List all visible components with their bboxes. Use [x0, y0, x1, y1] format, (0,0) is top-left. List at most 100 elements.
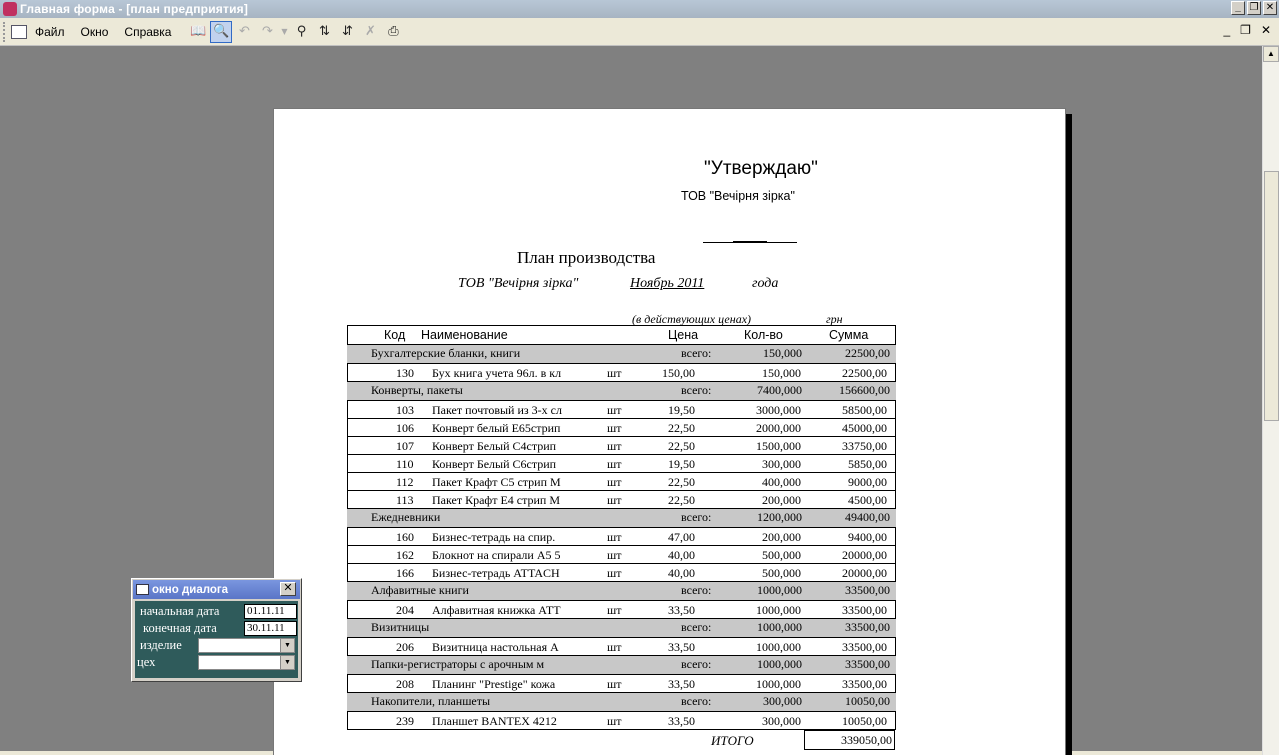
end-date-label: конечная дата [143, 621, 217, 635]
table-row: 206 Визитница настольная А шт 33,50 1000,000… [347, 637, 896, 656]
row-price: 47,00 [668, 530, 695, 544]
row-code: 166 [396, 566, 414, 580]
row-unit: шт [607, 403, 622, 417]
row-unit: шт [607, 421, 622, 435]
mdi-close-button[interactable]: ✕ [1261, 23, 1271, 37]
menu-file[interactable]: Файл [35, 25, 65, 39]
group-name: Накопители, планшеты [371, 694, 491, 708]
title-bar: Главная форма - [план предприятия] _ ❐ ✕ [0, 0, 1279, 18]
vertical-scrollbar[interactable]: ▲ [1262, 46, 1279, 755]
row-qty: 200,000 [762, 493, 801, 507]
preview-icon[interactable]: 🔍 [210, 20, 233, 43]
group-sum: 33500,00 [845, 583, 890, 597]
find-icon[interactable]: ⚲ [290, 21, 312, 43]
row-unit: шт [607, 530, 622, 544]
row-unit: шт [607, 714, 622, 728]
chevron-down-icon[interactable]: ▼ [280, 656, 294, 669]
row-sum: 20000,00 [842, 548, 887, 562]
row-sum: 58500,00 [842, 403, 887, 417]
group-name: Конверты, пакеты [371, 383, 463, 397]
row-name: Пакет почтовый из 3-х сл [432, 403, 562, 417]
row-name: Планшет BANTEX 4212 [432, 714, 557, 728]
row-sum: 45000,00 [842, 421, 887, 435]
sort-desc-icon[interactable]: ⇵ [336, 21, 358, 43]
scroll-up-arrow[interactable]: ▲ [1263, 46, 1279, 62]
group-row: Накопители, планшеты всего: 300,000 10050,0… [347, 693, 896, 711]
group-total-label: всего: [681, 346, 712, 360]
dialog-body: начальная дата 01.11.11 конечная дата 30… [135, 601, 298, 678]
row-unit: шт [607, 603, 622, 617]
row-unit: шт [607, 548, 622, 562]
product-combo[interactable]: ▼ [198, 638, 295, 653]
group-row: Бухгалтерские бланки, книги всего: 150,000… [347, 345, 896, 363]
delete-icon[interactable]: ✗ [359, 21, 381, 43]
workshop-combo[interactable]: ▼ [198, 655, 295, 670]
redo-icon[interactable]: ↷ [256, 21, 278, 43]
row-sum: 33500,00 [842, 677, 887, 691]
dialog-close-button[interactable]: ✕ [280, 582, 296, 596]
chevron-down-icon[interactable]: ▼ [280, 639, 294, 652]
row-unit: шт [607, 366, 622, 380]
mdi-restore-button[interactable]: ❐ [1240, 23, 1251, 37]
menu-help[interactable]: Справка [124, 25, 171, 39]
signature-mark [733, 241, 767, 243]
toolbar-grip[interactable] [3, 21, 7, 42]
book-icon[interactable]: 📖 [187, 21, 209, 43]
report-title: План производства [517, 248, 656, 267]
table-row: 113 Пакет Крафт Е4 стрип М шт 22,50 200,000 4… [347, 490, 896, 509]
close-button[interactable]: ✕ [1263, 1, 1277, 15]
row-qty: 300,000 [762, 714, 801, 728]
row-qty: 2000,000 [756, 421, 801, 435]
row-name: Планинг "Prestige" кожа [432, 677, 556, 691]
group-name: Алфавитные книги [371, 583, 469, 597]
group-qty: 1200,000 [757, 510, 802, 524]
row-unit: шт [607, 566, 622, 580]
restore-button[interactable]: ❐ [1247, 1, 1261, 15]
dialog-title: окно диалога [152, 583, 229, 596]
row-code: 107 [396, 439, 414, 453]
group-sum: 156600,00 [839, 383, 890, 397]
menu-window[interactable]: Окно [81, 25, 109, 39]
row-sum: 22500,00 [842, 366, 887, 380]
end-date-input[interactable]: 30.11.11 [244, 621, 297, 636]
dialog-title-bar[interactable]: окно диалога [133, 580, 300, 599]
approve-heading: "Утверждаю" [704, 158, 818, 179]
date-dialog[interactable]: окно диалога ✕ начальная дата 01.11.11 к… [131, 578, 302, 682]
row-qty: 1500,000 [756, 439, 801, 453]
scroll-thumb[interactable] [1264, 171, 1279, 421]
row-price: 19,50 [668, 457, 695, 471]
group-qty: 150,000 [763, 346, 802, 360]
row-price: 40,00 [668, 566, 695, 580]
group-sum: 33500,00 [845, 657, 890, 671]
group-sum: 33500,00 [845, 620, 890, 634]
row-qty: 1000,000 [756, 677, 801, 691]
table-row: 130 Бух книга учета 96л. в кл шт 150,00 150,… [347, 363, 896, 382]
undo-icon[interactable]: ↶ [233, 21, 255, 43]
start-date-input[interactable]: 01.11.11 [244, 604, 297, 619]
row-code: 208 [396, 677, 414, 691]
minimize-button[interactable]: _ [1231, 1, 1245, 15]
group-total-label: всего: [681, 583, 712, 597]
group-row: Визитницы всего: 1000,000 33500,00 [347, 619, 896, 637]
row-sum: 33750,00 [842, 439, 887, 453]
row-name: Блокнот на спирали А5 5 [432, 548, 561, 562]
total-row: ИТОГО 339050,00 [347, 730, 896, 750]
row-price: 33,50 [668, 640, 695, 654]
row-qty: 150,000 [762, 366, 801, 380]
row-name: Пакет Крафт С5 стрип М [432, 475, 561, 489]
dropdown-icon[interactable]: ▼ [279, 21, 289, 43]
form-menu-icon[interactable] [11, 24, 27, 39]
table-row: 103 Пакет почтовый из 3-х сл шт 19,50 3000,0… [347, 400, 896, 419]
print-icon[interactable]: ⎙ [382, 21, 404, 43]
group-name: Ежедневники [371, 510, 441, 524]
mdi-minimize-button[interactable]: _ [1223, 23, 1230, 37]
total-label: ИТОГО [711, 733, 754, 748]
group-row: Алфавитные книги всего: 1000,000 33500,00 [347, 582, 896, 600]
sort-asc-icon[interactable]: ⇅ [313, 21, 335, 43]
row-code: 239 [396, 714, 414, 728]
row-name: Бух книга учета 96л. в кл [432, 366, 562, 380]
approve-company: ТОВ "Вечірня зірка" [681, 189, 795, 203]
row-price: 150,00 [662, 366, 695, 380]
group-name: Папки-регистраторы с арочным м [371, 657, 545, 671]
table-row: 112 Пакет Крафт С5 стрип М шт 22,50 400,000 9… [347, 472, 896, 491]
